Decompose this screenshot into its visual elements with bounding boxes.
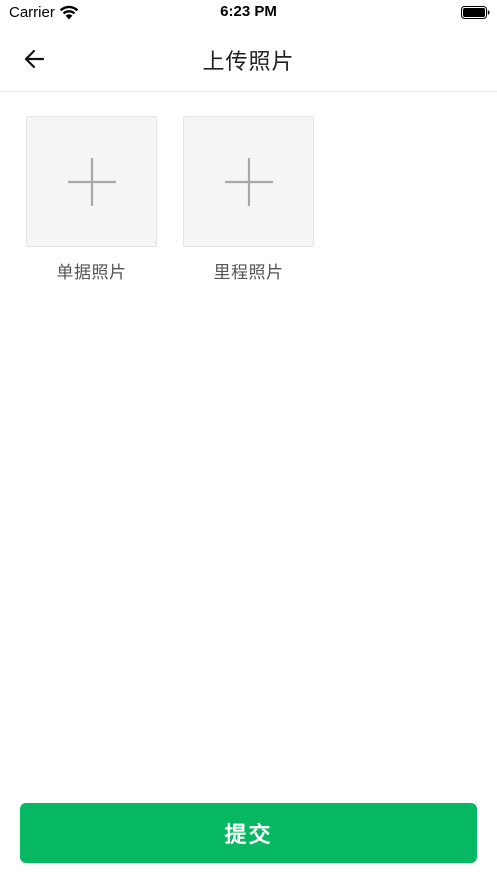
upload-tile-mileage-photo[interactable]: [183, 116, 314, 247]
status-bar: Carrier 6:23 PM: [0, 0, 497, 26]
plus-icon: [224, 157, 273, 206]
upload-photos-screen: Carrier 6:23 PM 上传照片 单据照片 里程照片 提交: [0, 0, 497, 883]
upload-label-receipt-photo: 单据照片: [56, 263, 127, 283]
upload-grid: 单据照片 里程照片: [26, 116, 314, 283]
upload-tile-receipt-photo[interactable]: [26, 116, 157, 247]
nav-bar: 上传照片: [0, 26, 497, 92]
battery-icon: [461, 6, 490, 19]
page-title: 上传照片: [202, 50, 295, 75]
submit-button[interactable]: 提交: [20, 803, 477, 863]
status-time: 6:23 PM: [220, 3, 277, 20]
plus-icon: [67, 157, 116, 206]
upload-item-receipt-photo: 单据照片: [26, 116, 157, 283]
upload-label-mileage-photo: 里程照片: [213, 263, 284, 283]
upload-item-mileage-photo: 里程照片: [183, 116, 314, 283]
